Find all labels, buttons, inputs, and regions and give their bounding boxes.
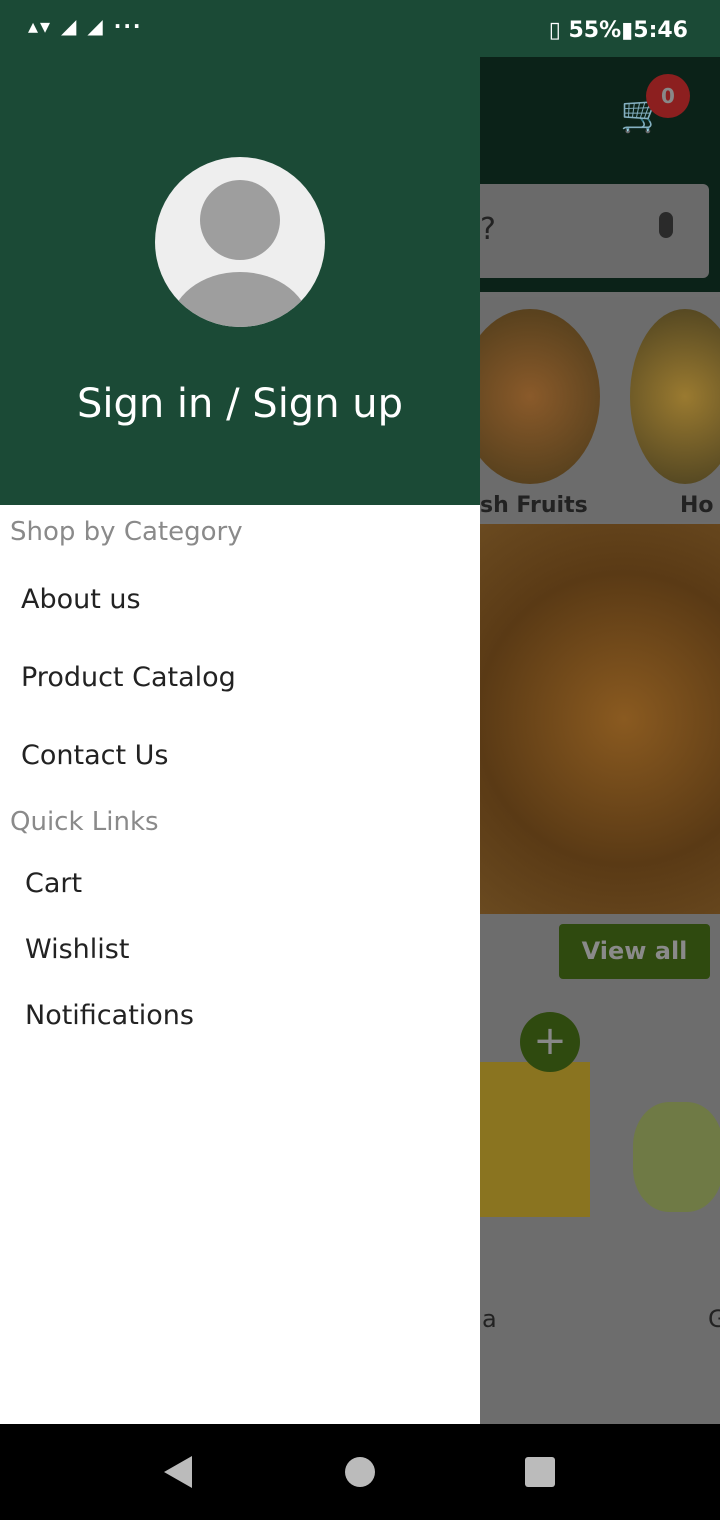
menu-item-contact-us[interactable]: Contact Us (21, 740, 168, 771)
product-name: G (708, 1305, 720, 1333)
recents-icon[interactable] (525, 1457, 555, 1487)
battery-icon: ▮ (621, 18, 634, 43)
navigation-drawer: Sign in / Sign up Shop by Category About… (0, 57, 480, 1424)
cart-badge: 0 (646, 74, 690, 118)
vibrate-icon: ▯ (548, 18, 569, 43)
menu-item-cart[interactable]: Cart (25, 868, 82, 899)
menu-item-product-catalog[interactable]: Product Catalog (21, 662, 236, 693)
category-label: sh Fruits (480, 493, 588, 518)
search-input[interactable]: ? (480, 184, 709, 278)
mic-icon[interactable] (659, 212, 673, 238)
product-name: a (482, 1305, 497, 1333)
avatar-icon[interactable] (155, 157, 325, 327)
category-label: Ho (680, 493, 714, 518)
product-image-banana[interactable] (480, 1062, 590, 1217)
back-icon[interactable] (164, 1456, 192, 1488)
quick-links-header: Quick Links (10, 807, 159, 837)
menu-item-wishlist[interactable]: Wishlist (25, 934, 129, 965)
app-bar: 🛒 0 ? (480, 57, 720, 292)
product-image-grapes[interactable] (633, 1102, 720, 1212)
shop-by-category-header: Shop by Category (10, 517, 243, 547)
battery-percent: 55% (568, 18, 622, 43)
menu-item-notifications[interactable]: Notifications (25, 1000, 194, 1031)
home-icon[interactable] (345, 1457, 375, 1487)
drawer-header: Sign in / Sign up (0, 57, 480, 505)
sign-in-link[interactable]: Sign in / Sign up (0, 381, 480, 427)
category-image-fruits[interactable] (480, 309, 600, 484)
clock: 5:46 (633, 18, 688, 43)
menu-item-about-us[interactable]: About us (21, 584, 141, 615)
search-placeholder: ? (480, 212, 496, 247)
signal-icons: ▴▾ ◢ ◢ ··· (28, 14, 143, 38)
food-banner[interactable] (480, 524, 720, 914)
category-image-honey[interactable] (630, 309, 720, 484)
category-strip: sh Fruits Ho (480, 297, 720, 522)
view-all-button[interactable]: View all (559, 924, 710, 979)
system-nav-bar (0, 1424, 720, 1520)
status-bar: ▴▾ ◢ ◢ ··· ▯ 55%▮5:46 (0, 0, 720, 57)
add-icon[interactable]: + (520, 1012, 580, 1072)
main-screen-dimmed: 🛒 0 ? sh Fruits Ho View all + a G (480, 57, 720, 1424)
